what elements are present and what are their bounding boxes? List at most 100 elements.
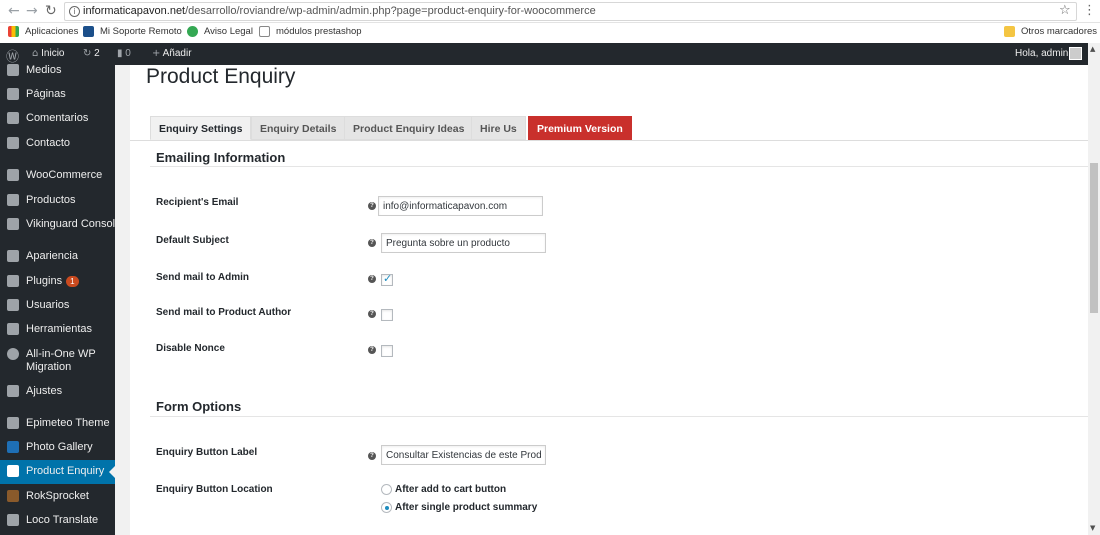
sidebar-item-comentarios[interactable]: Comentarios: [0, 107, 115, 131]
section-divider: [150, 166, 1088, 167]
translate-icon: [7, 514, 19, 526]
default-subject-label: Default Subject: [156, 235, 229, 246]
sidebar-item-label: Loco Translate: [26, 514, 99, 526]
browser-menu-icon[interactable]: ⋮: [1083, 3, 1096, 18]
sidebar-item-migration[interactable]: All-in-One WP Migration: [0, 343, 115, 377]
sidebar-item-product-enquiry[interactable]: Product Enquiry: [0, 460, 115, 484]
help-icon[interactable]: ?: [368, 239, 376, 247]
disable-nonce-checkbox[interactable]: [381, 345, 393, 357]
home-icon: ⌂: [32, 48, 39, 59]
admin-bar-add-new[interactable]: + Añadir: [152, 48, 192, 59]
sidebar-item-herramientas[interactable]: Herramientas: [0, 318, 115, 342]
sidebar-item-label: Usuarios: [26, 299, 70, 311]
browser-toolbar: ← → ↻ i informaticapavon.net/desarrollo/…: [0, 0, 1100, 23]
plugin-icon: [7, 275, 19, 287]
sidebar-item-roksprocket[interactable]: RokSprocket: [0, 485, 115, 509]
legal-icon: [187, 26, 198, 37]
forward-icon[interactable]: →: [26, 3, 38, 19]
brush-icon: [7, 250, 19, 262]
help-icon[interactable]: ?: [368, 310, 376, 318]
sidebar-item-label: Páginas: [26, 88, 66, 100]
tab-product-enquiry-ideas[interactable]: Product Enquiry Ideas: [344, 116, 474, 140]
admin-bar-comments[interactable]: ▮ 0: [117, 48, 131, 59]
avatar[interactable]: [1069, 47, 1082, 60]
sidebar-item-ajustes[interactable]: Ajustes: [0, 380, 115, 404]
tab-hire-us[interactable]: Hire Us: [471, 116, 526, 140]
sidebar-item-plugins[interactable]: Plugins 1: [0, 270, 115, 294]
scroll-thumb[interactable]: [1090, 163, 1098, 313]
sidebar-item-apariencia[interactable]: Apariencia: [0, 245, 115, 269]
sidebar-item-contacto[interactable]: Contacto: [0, 132, 115, 156]
settings-panel: Product Enquiry Enquiry Settings Enquiry…: [130, 65, 1088, 535]
bookmark-soporte[interactable]: Mi Soporte Remoto: [83, 26, 182, 37]
sidebar-item-label: Herramientas: [26, 323, 93, 335]
help-icon[interactable]: ?: [368, 452, 376, 460]
bookmark-star-icon[interactable]: ☆: [1059, 3, 1071, 18]
folder-icon: [1004, 26, 1015, 37]
send-admin-checkbox[interactable]: [381, 272, 393, 286]
scroll-down-icon[interactable]: ▼: [1090, 524, 1095, 532]
bookmark-aviso[interactable]: Aviso Legal: [187, 26, 253, 37]
sidebar-item-label: Epimeteo Theme: [26, 417, 110, 429]
rocket-icon: [7, 490, 19, 502]
update-badge: 1: [66, 276, 79, 287]
button-label-label: Enquiry Button Label: [156, 447, 258, 458]
back-icon[interactable]: ←: [8, 3, 20, 19]
bookmark-apps[interactable]: Aplicaciones: [8, 26, 78, 37]
sidebar-item-label: Vikinguard Console: [26, 218, 122, 230]
send-author-checkbox[interactable]: [381, 309, 393, 321]
help-icon[interactable]: ?: [368, 275, 376, 283]
admin-bar-home[interactable]: ⌂ Inicio: [32, 48, 65, 59]
scroll-up-icon[interactable]: ▲: [1090, 45, 1095, 53]
media-icon: [7, 64, 19, 76]
address-bar[interactable]: i informaticapavon.net/desarrollo/rovian…: [64, 2, 1077, 21]
help-icon[interactable]: ?: [368, 346, 376, 354]
sidebar-item-paginas[interactable]: Páginas: [0, 83, 115, 107]
sidebar-item-usuarios[interactable]: Usuarios: [0, 294, 115, 318]
bookmark-label: módulos prestashop: [276, 26, 362, 37]
gear-icon: [7, 417, 19, 429]
help-icon[interactable]: ?: [368, 202, 376, 210]
tab-enquiry-settings[interactable]: Enquiry Settings: [150, 116, 252, 140]
sidebar-item-productos[interactable]: Productos: [0, 189, 115, 213]
wrench-icon: [7, 323, 19, 335]
page-scrollbar[interactable]: ▲ ▼: [1088, 43, 1100, 535]
remote-support-icon: [83, 26, 94, 37]
url-text: informaticapavon.net/desarrollo/roviandr…: [83, 5, 596, 17]
tab-premium-version[interactable]: Premium Version: [528, 116, 632, 140]
section-divider: [150, 416, 1088, 417]
sidebar-item-epimeteo[interactable]: Epimeteo Theme: [0, 412, 115, 436]
send-admin-label: Send mail to Admin: [156, 272, 249, 283]
sidebar-item-photo-gallery[interactable]: Photo Gallery: [0, 436, 115, 460]
gear-icon: [7, 465, 19, 477]
sidebar-item-vikinguard[interactable]: Vikinguard Console: [0, 213, 121, 237]
default-subject-input[interactable]: [381, 233, 546, 253]
mail-icon: [7, 137, 19, 149]
info-icon[interactable]: i: [69, 6, 80, 17]
sidebar-item-label: Product Enquiry: [26, 465, 105, 477]
button-label-input[interactable]: [381, 445, 546, 465]
wp-admin-bar: Ⓦ ⌂ Inicio ↻ 2 ▮ 0 + Añadir Hola, admin: [0, 43, 1100, 65]
admin-bar-greeting[interactable]: Hola, admin: [1015, 48, 1068, 59]
admin-bar-updates[interactable]: ↻ 2: [83, 48, 100, 59]
bookmark-modulos[interactable]: módulos prestashop: [259, 26, 362, 37]
radio-after-add-to-cart[interactable]: After add to cart button: [381, 484, 506, 495]
sidebar-item-label: RokSprocket: [26, 490, 89, 502]
sidebar-item-medios[interactable]: Medios: [0, 59, 115, 83]
page-icon: [259, 26, 270, 37]
products-icon: [7, 194, 19, 206]
recipient-email-input[interactable]: [378, 196, 543, 216]
sidebar-item-woocommerce[interactable]: WooCommerce: [0, 164, 115, 188]
bookmark-label: Aplicaciones: [25, 26, 79, 37]
comments-icon: [7, 112, 19, 124]
bookmark-other[interactable]: Otros marcadores: [1004, 26, 1097, 37]
bookmark-label: Otros marcadores: [1021, 26, 1098, 37]
sidebar-item-label: WooCommerce: [26, 169, 103, 181]
radio-button[interactable]: [381, 484, 392, 495]
radio-button[interactable]: [381, 502, 392, 513]
sidebar-item-label: Plugins: [26, 275, 63, 287]
tab-enquiry-details[interactable]: Enquiry Details: [251, 116, 346, 140]
radio-after-summary[interactable]: After single product summary: [381, 502, 537, 513]
sidebar-item-loco-translate[interactable]: Loco Translate: [0, 509, 115, 533]
reload-icon[interactable]: ↻: [45, 3, 57, 19]
